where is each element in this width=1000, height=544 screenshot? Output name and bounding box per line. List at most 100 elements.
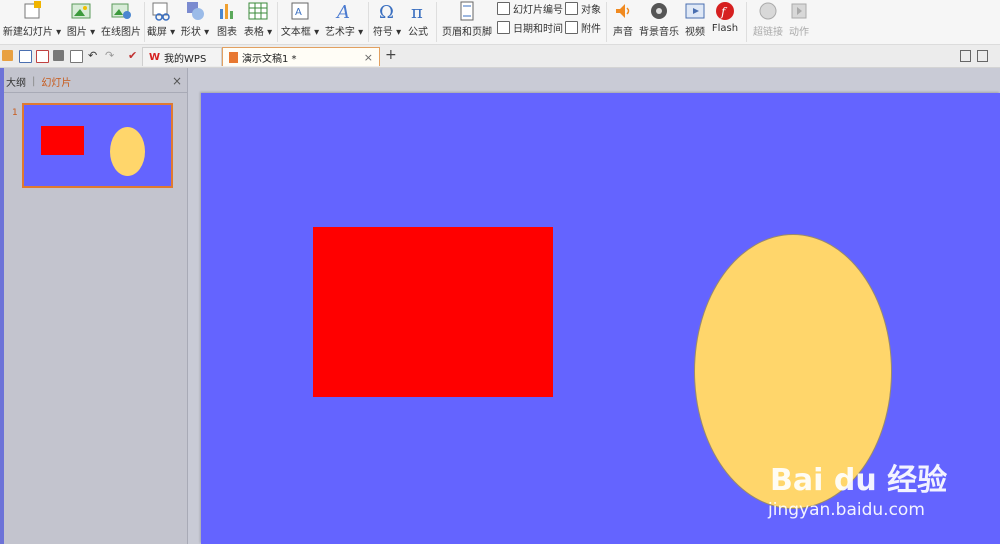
flash-label: Flash <box>711 23 739 34</box>
object-button[interactable]: 对象 <box>565 0 601 16</box>
preview-icon[interactable] <box>70 50 83 63</box>
textbox-button[interactable]: A 文本框 ▾ <box>281 0 319 44</box>
table-label: 表格 ▾ <box>243 27 273 38</box>
panel-tab-divider: | <box>32 75 36 87</box>
action-button[interactable]: 动作 <box>786 0 812 44</box>
redo-icon[interactable]: ↷ <box>105 49 114 62</box>
ribbon-divider <box>144 2 145 42</box>
new-slide-icon <box>22 1 42 21</box>
music-icon <box>649 1 669 21</box>
action-icon <box>789 1 809 21</box>
tab-presentation-label: 演示文稿1 * <box>242 53 297 65</box>
video-icon <box>685 1 705 21</box>
tab-bar: ↶ ↷ ✔ W 我的WPS 演示文稿1 * × + <box>0 45 1000 68</box>
baidu-watermark-url: jingyan.baidu.com <box>768 500 925 520</box>
svg-text:A: A <box>335 2 350 21</box>
hyperlink-button[interactable]: 超链接 <box>752 0 784 44</box>
baidu-watermark-text: Bai du 经验 <box>770 463 948 498</box>
chart-icon <box>217 1 237 21</box>
header-footer-icon <box>457 1 477 21</box>
close-tab-icon[interactable]: × <box>364 51 373 64</box>
video-button[interactable]: 视频 <box>682 0 708 44</box>
svg-text:π: π <box>411 2 423 21</box>
ribbon-divider <box>436 2 437 42</box>
new-tab-button[interactable]: + <box>385 47 397 63</box>
audio-label: 声音 <box>613 27 633 38</box>
tab-my-wps[interactable]: W 我的WPS <box>142 47 222 66</box>
attachment-button[interactable]: 附件 <box>565 19 601 35</box>
slide-number-label: 幻灯片编号 <box>513 4 563 16</box>
picture-label: 图片 ▾ <box>66 27 96 38</box>
export-pdf-icon[interactable] <box>36 50 49 63</box>
calendar-icon <box>497 20 510 34</box>
tab-my-wps-label: 我的WPS <box>164 53 207 65</box>
panel-divider <box>4 92 188 93</box>
new-slide-label: 新建幻灯片 ▾ <box>2 27 62 38</box>
wordart-icon: A <box>334 1 354 23</box>
video-label: 视频 <box>685 27 705 38</box>
hyperlink-label: 超链接 <box>753 27 783 38</box>
flash-icon: f <box>715 1 735 21</box>
undo-icon[interactable]: ↶ <box>88 49 97 62</box>
slide-thumbnail-number: 1 <box>12 108 18 118</box>
svg-text:Ω: Ω <box>379 2 394 21</box>
new-slide-button[interactable]: 新建幻灯片 ▾ <box>2 0 62 44</box>
close-panel-icon[interactable]: × <box>172 74 182 88</box>
presentation-file-icon <box>229 51 238 63</box>
object-icon <box>565 1 578 15</box>
textbox-label: 文本框 ▾ <box>280 27 320 38</box>
wps-logo-icon: W <box>149 51 161 63</box>
background-music-button[interactable]: 背景音乐 <box>639 0 679 44</box>
slide-thumbnail[interactable] <box>22 103 173 188</box>
ribbon: 新建幻灯片 ▾ 图片 ▾ 在线图片 截屏 ▾ 形状 ▾ 图表 表格 ▾ A 文本… <box>0 0 1000 45</box>
chart-button[interactable]: 图表 <box>214 0 240 44</box>
audio-button[interactable]: 声音 <box>610 0 636 44</box>
ribbon-divider <box>606 2 607 42</box>
scissors-icon <box>151 1 171 21</box>
omega-icon: Ω <box>377 1 397 23</box>
baidu-watermark-logo: Bai du 经验 <box>770 455 947 499</box>
flash-button[interactable]: f Flash <box>710 0 740 44</box>
online-picture-label: 在线图片 <box>101 27 141 38</box>
wordart-label: 艺术字 ▾ <box>324 27 364 38</box>
panel-tabs: 大纲 | 幻灯片 × <box>4 72 188 90</box>
formula-label: 公式 <box>408 27 428 38</box>
open-icon[interactable] <box>2 50 13 61</box>
picture-button[interactable]: 图片 ▾ <box>66 0 96 44</box>
account-icon[interactable] <box>977 50 988 62</box>
attachment-label: 附件 <box>581 23 601 35</box>
table-icon <box>248 1 268 21</box>
ribbon-divider <box>277 2 278 42</box>
slide-number-button[interactable]: 幻灯片编号 <box>497 0 563 16</box>
speaker-icon <box>613 1 633 21</box>
settings-icon[interactable] <box>960 50 971 62</box>
shapes-label: 形状 ▾ <box>180 27 210 38</box>
tab-outline[interactable]: 大纲 <box>6 74 26 89</box>
tab-slides[interactable]: 幻灯片 <box>41 74 71 89</box>
action-label: 动作 <box>789 27 809 38</box>
shapes-button[interactable]: 形状 ▾ <box>181 0 209 44</box>
pin-icon[interactable]: ✔ <box>128 49 137 62</box>
attachment-icon <box>565 20 578 34</box>
table-button[interactable]: 表格 ▾ <box>243 0 273 44</box>
screenshot-label: 截屏 ▾ <box>146 27 176 38</box>
print-icon[interactable] <box>53 50 64 61</box>
ribbon-divider <box>368 2 369 42</box>
slides-panel: 大纲 | 幻灯片 × 1 <box>4 68 188 544</box>
red-rectangle-shape[interactable] <box>313 227 553 397</box>
thumbnail-oval <box>110 127 145 176</box>
online-picture-button[interactable]: 在线图片 <box>101 0 141 44</box>
formula-button[interactable]: π 公式 <box>405 0 431 44</box>
datetime-label: 日期和时间 <box>513 23 563 35</box>
tab-presentation[interactable]: 演示文稿1 * × <box>222 47 380 66</box>
ribbon-divider <box>746 2 747 42</box>
save-icon[interactable] <box>19 50 32 63</box>
pi-icon: π <box>408 1 428 23</box>
datetime-button[interactable]: 日期和时间 <box>497 19 563 35</box>
header-footer-button[interactable]: 页眉和页脚 <box>441 0 493 44</box>
object-label: 对象 <box>581 4 601 16</box>
screenshot-button[interactable]: 截屏 ▾ <box>147 0 175 44</box>
symbol-button[interactable]: Ω 符号 ▾ <box>372 0 402 44</box>
wordart-button[interactable]: A 艺术字 ▾ <box>324 0 364 44</box>
svg-text:A: A <box>295 7 302 18</box>
